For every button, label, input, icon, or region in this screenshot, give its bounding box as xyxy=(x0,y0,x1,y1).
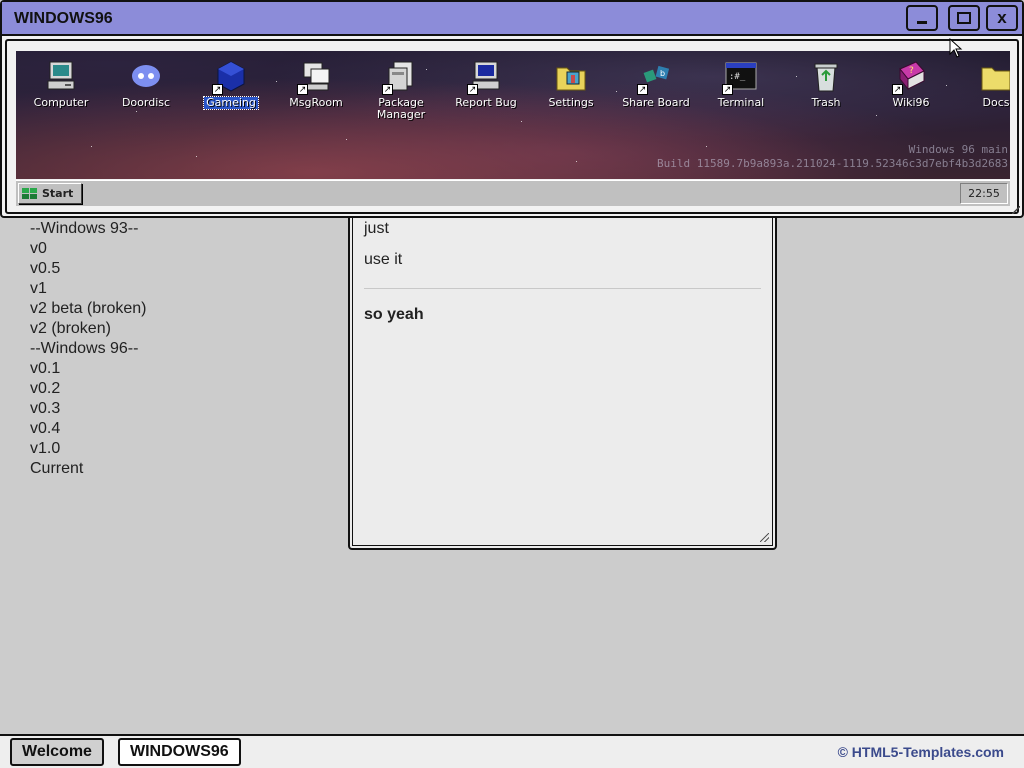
version-item[interactable]: v0.1 xyxy=(30,359,147,379)
os-taskbar: Start 22:55 xyxy=(16,180,1010,206)
content-line-just: just xyxy=(364,220,389,237)
version-item[interactable]: v2 beta (broken) xyxy=(30,299,147,319)
desktop-icon-report-bug[interactable]: ↗ Report Bug xyxy=(444,59,528,111)
minimize-icon xyxy=(917,20,927,24)
wiki-book-icon: ? ↗ xyxy=(892,59,928,95)
desktop-area[interactable]: Computer Doordisc ↗ Gameing ↗ MsgRoom ↗ … xyxy=(16,51,1010,179)
desktop-icon-wiki96[interactable]: ? ↗ Wiki96 xyxy=(869,59,953,111)
tray-clock: 22:55 xyxy=(960,183,1008,204)
svg-text::#_: :#_ xyxy=(729,72,746,82)
desktop-icon-trash[interactable]: Trash xyxy=(784,59,868,111)
settings-icon xyxy=(554,59,588,93)
build-info: Windows 96 main Build 11589.7b9a893a.211… xyxy=(657,143,1008,171)
version-item[interactable]: Current xyxy=(30,459,147,479)
version-item[interactable]: v0.2 xyxy=(30,379,147,399)
trash-icon xyxy=(809,59,843,93)
content-window: just use it so yeah xyxy=(348,200,777,550)
desktop-icon-label: Wiki96 xyxy=(892,96,930,109)
desktop-icon-package-manager[interactable]: ↗ Package Manager xyxy=(359,59,443,123)
desktop-icon-gameing[interactable]: ↗ Gameing xyxy=(189,59,273,111)
build-number: Build 11589.7b9a893a.211024-1119.52346c3… xyxy=(657,157,1008,170)
game-cube-icon: ↗ xyxy=(212,59,248,95)
computer-icon xyxy=(44,59,78,93)
share-board-icon: b ↗ xyxy=(637,59,673,95)
version-item[interactable]: v2 (broken) xyxy=(30,319,147,339)
content-divider xyxy=(364,288,761,289)
desktop-icon-settings[interactable]: Settings xyxy=(529,59,613,111)
version-item[interactable]: v0.4 xyxy=(30,419,147,439)
close-icon: x xyxy=(997,8,1007,27)
report-bug-icon: ↗ xyxy=(467,59,503,95)
windows96-tab-button[interactable]: WINDOWS96 xyxy=(118,738,241,766)
desktop-icon-label: Package Manager xyxy=(376,96,426,121)
content-line-so-yeah: so yeah xyxy=(364,306,424,323)
maximize-button[interactable] xyxy=(948,5,980,31)
version-item[interactable]: v0.3 xyxy=(30,399,147,419)
desktop-icon-label: Trash xyxy=(811,96,841,109)
desktop-icon-label: MsgRoom xyxy=(289,96,343,109)
build-edition: Windows 96 main xyxy=(908,143,1008,156)
window-titlebar[interactable]: WINDOWS96 x xyxy=(2,2,1022,36)
content-line-use-it: use it xyxy=(364,251,403,268)
window-resize-icon[interactable] xyxy=(1012,206,1020,214)
desktop-icon-label: Gameing xyxy=(203,96,259,110)
folder-icon xyxy=(979,59,1010,93)
desktop-icon-computer[interactable]: Computer xyxy=(19,59,103,111)
windows96-window: WINDOWS96 x Computer Doordisc ↗ Gameing … xyxy=(0,0,1024,218)
resize-grip-icon[interactable] xyxy=(760,533,769,542)
svg-text:b: b xyxy=(660,69,665,78)
start-button[interactable]: Start xyxy=(18,183,82,204)
credit-link[interactable]: © HTML5-Templates.com xyxy=(838,744,1004,760)
maximize-icon xyxy=(957,12,971,24)
version-list: --Windows 93-- v0 v0.5 v1 v2 beta (broke… xyxy=(30,219,147,479)
desktop-icon-label: Docs xyxy=(982,96,1010,109)
version-item[interactable]: --Windows 96-- xyxy=(30,339,147,359)
close-button[interactable]: x xyxy=(986,5,1018,31)
minimize-button[interactable] xyxy=(906,5,938,31)
welcome-tab-button[interactable]: Welcome xyxy=(10,738,104,766)
package-manager-icon: ↗ xyxy=(382,59,418,95)
version-item[interactable]: --Windows 93-- xyxy=(30,219,147,239)
desktop-icon-doordisc[interactable]: Doordisc xyxy=(104,59,188,111)
version-item[interactable]: v1.0 xyxy=(30,439,147,459)
desktop-icon-label: Computer xyxy=(33,96,89,109)
desktop-icon-share-board[interactable]: b ↗ Share Board xyxy=(614,59,698,111)
desktop-icon-label: Report Bug xyxy=(455,96,517,109)
bottom-taskbar: Welcome WINDOWS96 © HTML5-Templates.com xyxy=(0,734,1024,768)
desktop-icon-label: Share Board xyxy=(622,96,690,109)
version-item[interactable]: v1 xyxy=(30,279,147,299)
window-title: WINDOWS96 xyxy=(14,10,113,27)
version-item[interactable]: v0.5 xyxy=(30,259,147,279)
svg-text:?: ? xyxy=(909,66,914,76)
desktop-icon-label: Settings xyxy=(548,96,594,109)
desktop-icon-label: Terminal xyxy=(717,96,765,109)
discord-icon xyxy=(129,59,163,93)
terminal-icon: :#_ ↗ xyxy=(722,59,758,95)
desktop-frame: Computer Doordisc ↗ Gameing ↗ MsgRoom ↗ … xyxy=(5,39,1019,214)
msgroom-icon: ↗ xyxy=(297,59,333,95)
desktop-icon-msgroom[interactable]: ↗ MsgRoom xyxy=(274,59,358,111)
windows-logo-icon xyxy=(22,187,37,199)
desktop-icon-terminal[interactable]: :#_ ↗ Terminal xyxy=(699,59,783,111)
start-label: Start xyxy=(42,187,74,200)
mouse-cursor-icon xyxy=(949,38,963,58)
desktop-icon-label: Doordisc xyxy=(121,96,171,109)
version-item[interactable]: v0 xyxy=(30,239,147,259)
desktop-icon-docs[interactable]: Docs xyxy=(954,59,1010,111)
